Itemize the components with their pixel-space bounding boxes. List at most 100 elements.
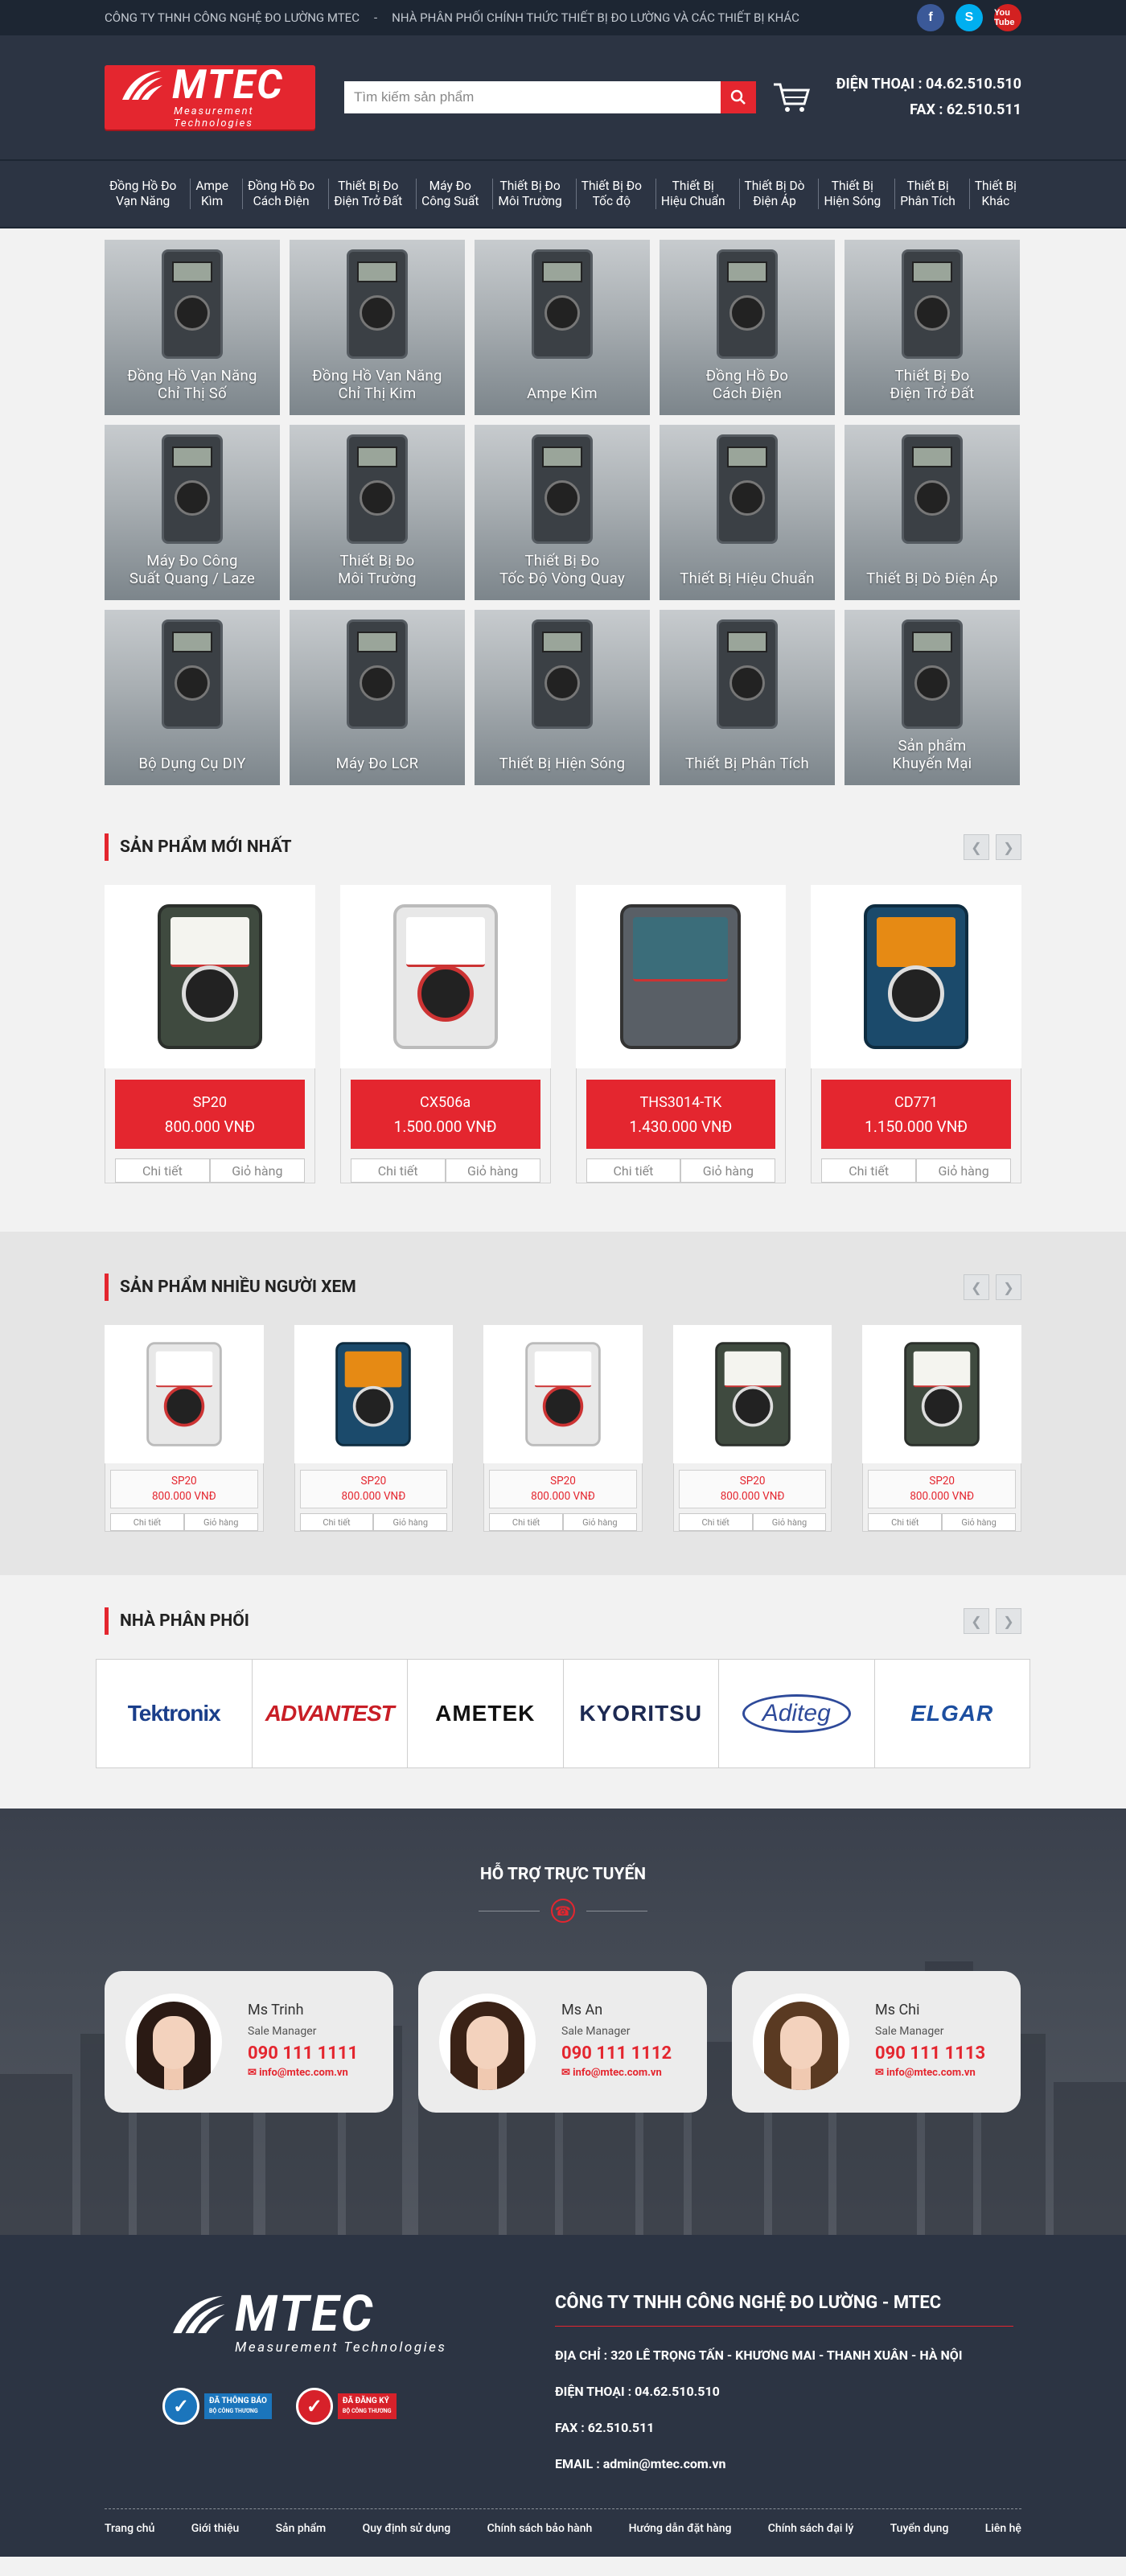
detail-button[interactable]: Chi tiết — [299, 1513, 374, 1531]
category-tile[interactable]: Đồng Hồ Vạn Năng Chỉ Thị Số — [105, 240, 280, 415]
category-tile[interactable]: Sản phẩm Khuyến Mại — [844, 610, 1020, 785]
nav-item[interactable]: Ampe Kìm — [190, 179, 233, 209]
prev-arrow-icon[interactable]: ❮ — [964, 1608, 989, 1634]
cart-icon[interactable] — [772, 81, 811, 113]
nav-item[interactable]: Máy Đo Công Suất — [416, 179, 483, 209]
agent-email[interactable]: ✉ info@mtec.com.vn — [248, 2064, 358, 2082]
detail-button[interactable]: Chi tiết — [586, 1158, 681, 1183]
category-tile[interactable]: Thiết Bị Hiệu Chuẩn — [660, 425, 835, 600]
add-to-cart-button[interactable]: Giỏ hàng — [209, 1158, 305, 1183]
category-tile[interactable]: Thiết Bị Hiện Sóng — [475, 610, 650, 785]
product-price-box[interactable]: SP20 800.000 VNĐ — [868, 1470, 1016, 1508]
agent-phone[interactable]: 090 111 1113 — [875, 2045, 985, 2063]
detail-button[interactable]: Chi tiết — [110, 1513, 184, 1531]
product-image[interactable] — [392, 904, 498, 1049]
category-tile[interactable]: Đồng Hồ Vạn Năng Chỉ Thị Kim — [290, 240, 465, 415]
category-tile[interactable]: Thiết Bị Đo Tốc Độ Vòng Quay — [475, 425, 650, 600]
add-to-cart-button[interactable]: Giỏ hàng — [562, 1513, 637, 1531]
category-tile[interactable]: Ampe Kìm — [475, 240, 650, 415]
product-price-box[interactable]: SP20 800.000 VNĐ — [110, 1470, 258, 1508]
agent-phone[interactable]: 090 111 1111 — [248, 2045, 358, 2063]
footer-nav-link[interactable]: Trang chủ — [105, 2522, 154, 2535]
nav-item[interactable]: Thiết Bị Hiệu Chuẩn — [655, 179, 730, 209]
product-price-box[interactable]: SP20 800.000 VNĐ — [678, 1470, 827, 1508]
agent-email[interactable]: ✉ info@mtec.com.vn — [875, 2064, 985, 2082]
distributor-logo-tektronix[interactable]: Tektronix — [97, 1660, 253, 1767]
add-to-cart-button[interactable]: Giỏ hàng — [752, 1513, 827, 1531]
distributor-logo-advantest[interactable]: ADVANTEST — [253, 1660, 408, 1767]
detail-button[interactable]: Chi tiết — [350, 1158, 446, 1183]
footer-nav-link[interactable]: Liên hệ — [985, 2522, 1021, 2535]
nav-item[interactable]: Thiết Bị Khác — [968, 179, 1021, 209]
search-input[interactable] — [344, 81, 721, 113]
prev-arrow-icon[interactable]: ❮ — [964, 834, 989, 860]
badge-notified[interactable]: ✓ ĐÃ THÔNG BÁO BỘ CÔNG THƯƠNG — [162, 2388, 272, 2425]
add-to-cart-button[interactable]: Giỏ hàng — [916, 1158, 1011, 1183]
detail-button[interactable]: Chi tiết — [821, 1158, 917, 1183]
social-links: f S You Tube — [917, 4, 1021, 31]
product-image[interactable] — [157, 904, 262, 1049]
category-tile[interactable]: Thiết Bị Đo Điện Trở Đất — [844, 240, 1020, 415]
site-logo[interactable]: MTEC Measurement Technologies — [105, 65, 315, 130]
footer-nav-link[interactable]: Sản phẩm — [276, 2522, 327, 2535]
distributor-logo-aditeg[interactable]: Aditeg — [719, 1660, 875, 1767]
footer-nav-link[interactable]: Quy định sử dụng — [363, 2522, 451, 2535]
detail-button[interactable]: Chi tiết — [868, 1513, 943, 1531]
skype-icon[interactable]: S — [955, 4, 983, 31]
agent-email[interactable]: ✉ info@mtec.com.vn — [561, 2064, 672, 2082]
product-price-box[interactable]: CX506a 1.500.000 VNĐ — [350, 1080, 540, 1149]
add-to-cart-button[interactable]: Giỏ hàng — [942, 1513, 1016, 1531]
next-arrow-icon[interactable]: ❯ — [996, 1608, 1021, 1634]
footer-nav-link[interactable]: Chính sách đại lý — [768, 2522, 854, 2535]
product-price-box[interactable]: SP20 800.000 VNĐ — [489, 1470, 637, 1508]
product-image[interactable] — [904, 1342, 980, 1446]
nav-item[interactable]: Thiết Bị Đo Điện Trở Đất — [328, 179, 407, 209]
product-price-box[interactable]: CD771 1.150.000 VNĐ — [821, 1080, 1011, 1149]
category-tile[interactable]: Đồng Hồ Đo Cách Điện — [660, 240, 835, 415]
nav-item[interactable]: Thiết Bị Đo Môi Trường — [492, 179, 566, 209]
add-to-cart-button[interactable]: Giỏ hàng — [445, 1158, 540, 1183]
nav-item[interactable]: Thiết Bị Dò Điện Áp — [738, 179, 810, 209]
footer-nav-link[interactable]: Chính sách bảo hành — [487, 2522, 593, 2535]
category-tile[interactable]: Máy Đo Công Suất Quang / Laze — [105, 425, 280, 600]
category-tile[interactable]: Thiết Bị Dò Điện Áp — [844, 425, 1020, 600]
footer-nav-link[interactable]: Hướng dẫn đặt hàng — [629, 2522, 732, 2535]
add-to-cart-button[interactable]: Giỏ hàng — [680, 1158, 776, 1183]
detail-button[interactable]: Chi tiết — [489, 1513, 563, 1531]
footer-nav-link[interactable]: Tuyển dụng — [890, 2522, 949, 2535]
product-price-box[interactable]: SP20 800.000 VNĐ — [299, 1470, 448, 1508]
product-image[interactable] — [714, 1342, 791, 1446]
distributor-logo-elgar[interactable]: ELGAR — [875, 1660, 1030, 1767]
product-price-box[interactable]: SP20 800.000 VNĐ — [115, 1080, 305, 1149]
youtube-icon[interactable]: You Tube — [994, 4, 1021, 31]
nav-item[interactable]: Thiết Bị Hiện Sóng — [818, 179, 886, 209]
product-price-box[interactable]: THS3014-TK 1.430.000 VNĐ — [586, 1080, 776, 1149]
product-image[interactable] — [525, 1342, 601, 1446]
category-tile[interactable]: Máy Đo LCR — [290, 610, 465, 785]
next-arrow-icon[interactable]: ❯ — [996, 834, 1021, 860]
category-tile[interactable]: Thiết Bị Phân Tích — [660, 610, 835, 785]
prev-arrow-icon[interactable]: ❮ — [964, 1274, 989, 1300]
category-tile[interactable]: Bộ Dụng Cụ DIY — [105, 610, 280, 785]
badge-registered[interactable]: ✓ ĐÃ ĐĂNG KÝ BỘ CÔNG THƯƠNG — [295, 2388, 397, 2425]
product-image[interactable] — [864, 904, 969, 1049]
agent-phone[interactable]: 090 111 1112 — [561, 2045, 672, 2063]
detail-button[interactable]: Chi tiết — [678, 1513, 753, 1531]
product-image[interactable] — [146, 1342, 222, 1446]
category-tile[interactable]: Thiết Bị Đo Môi Trường — [290, 425, 465, 600]
product-image[interactable] — [335, 1342, 412, 1446]
facebook-icon[interactable]: f — [917, 4, 944, 31]
nav-item[interactable]: Thiết Bị Đo Tốc độ — [575, 179, 647, 209]
add-to-cart-button[interactable]: Giỏ hàng — [183, 1513, 258, 1531]
detail-button[interactable]: Chi tiết — [115, 1158, 210, 1183]
footer-nav-link[interactable]: Giới thiệu — [191, 2522, 240, 2535]
search-button[interactable] — [721, 81, 756, 113]
add-to-cart-button[interactable]: Giỏ hàng — [373, 1513, 448, 1531]
distributor-logo-ametek[interactable]: AMETEK — [408, 1660, 564, 1767]
nav-item[interactable]: Đồng Hồ Đo Cách Điện — [241, 179, 319, 209]
next-arrow-icon[interactable]: ❯ — [996, 1274, 1021, 1300]
nav-item[interactable]: Thiết Bị Phân Tích — [894, 179, 960, 209]
distributor-logo-kyoritsu[interactable]: KYORITSU — [564, 1660, 719, 1767]
product-image[interactable] — [620, 904, 742, 1049]
nav-item[interactable]: Đồng Hồ Đo Vạn Năng — [105, 179, 181, 209]
